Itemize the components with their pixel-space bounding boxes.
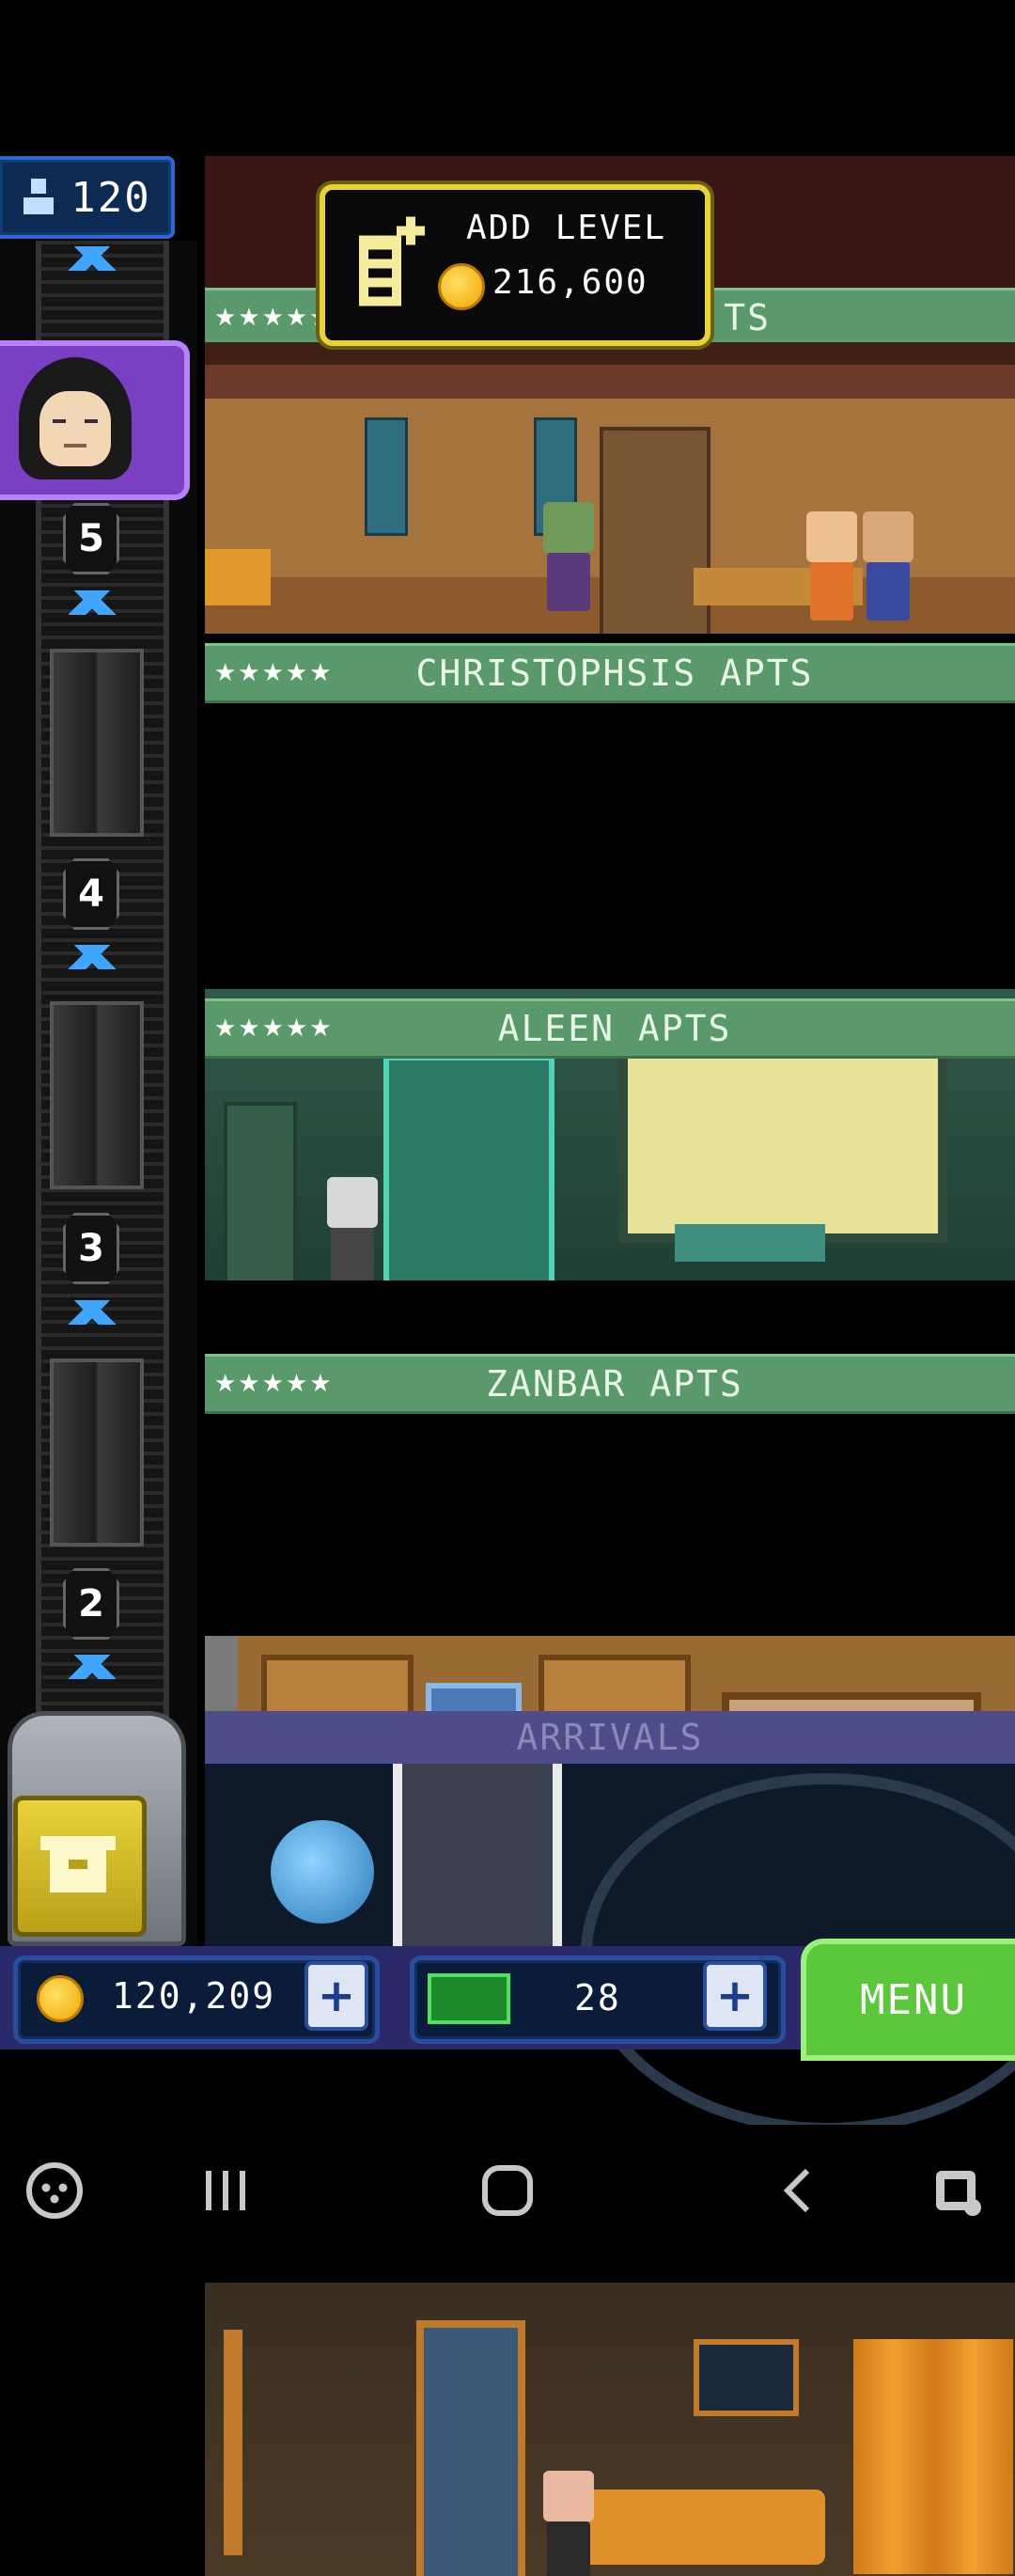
floor-sign[interactable]: ★★★★★ CHRISTOPHSIS APTS [205,643,1015,703]
coins-value: 120,209 [112,1975,276,2017]
elevator-door [50,1001,144,1189]
floor-room-top[interactable] [205,342,1015,634]
menu-button[interactable]: MENU [801,1939,1015,2061]
resident-bitizen[interactable] [543,2471,594,2576]
resident-bitizen[interactable] [863,511,914,620]
floor-name: ALEEN APTS [497,1008,732,1049]
coin-icon [37,1975,84,2022]
menu-label: MENU [860,1975,967,2024]
box-icon [40,1836,116,1893]
avatar [39,391,111,466]
floor-room-zanbar[interactable] [205,2283,1015,2576]
buy-coins-button[interactable]: + [304,1961,368,2031]
system-nav-bar [0,2125,1015,2256]
inventory-button[interactable] [13,1796,147,1937]
elevator-arrow-icon [45,590,139,615]
resident-bitizen[interactable] [543,502,594,611]
floor-name: ARRIVALS [516,1717,704,1758]
bux-icon [428,1973,510,2024]
bux-value: 28 [574,1977,621,2018]
person-icon [23,179,55,214]
elevator-arrow-icon [45,945,139,969]
star-rating: ★★★★★ [214,1370,334,1398]
floor-sign[interactable]: ★★★★★ ALEEN APTS [205,998,1015,1059]
home-icon[interactable] [479,2162,536,2219]
add-level-cost: 216,600 [492,263,648,302]
floor-name: CHRISTOPHSIS APTS [415,652,814,694]
lobby-room[interactable] [205,1764,1015,2134]
buy-bux-button[interactable]: + [703,1961,767,2031]
elevator-floor-number: 4 [63,858,119,930]
back-icon[interactable] [771,2162,827,2219]
star-rating: ★★★★★ [214,659,334,687]
elevator-door [50,649,144,837]
population-value: 120 [70,173,151,222]
star-rating: ★★★★★ [214,1014,334,1043]
gamepad-icon[interactable] [26,2162,83,2219]
recent-apps-icon[interactable] [197,2162,254,2219]
add-level-label: ADD LEVEL [466,209,667,247]
resident-bitizen[interactable] [327,1177,378,1280]
vip-avatar-button[interactable] [0,340,190,500]
add-floor-icon [359,216,425,306]
coin-icon [438,263,485,310]
lobby-sign: ARRIVALS [205,1711,1015,1764]
floor-name: ZANBAR APTS [486,1363,743,1405]
add-level-button[interactable]: ADD LEVEL 216,600 [320,184,710,346]
elevator-arrow-icon [45,1655,139,1679]
resident-bitizen[interactable] [806,511,857,620]
screenshot-tool-icon[interactable] [930,2162,987,2219]
elevator-arrow-icon [45,1300,139,1325]
elevator-floor-number: 3 [63,1213,119,1284]
population-counter[interactable]: 120 [0,156,175,239]
elevator-door [50,1359,144,1547]
floor-sign[interactable]: ★★★★★ ZANBAR APTS [205,1354,1015,1414]
elevator-floor-number: 2 [63,1568,119,1640]
elevator-floor-number: 5 [63,503,119,574]
elevator-arrow-icon [45,246,139,271]
